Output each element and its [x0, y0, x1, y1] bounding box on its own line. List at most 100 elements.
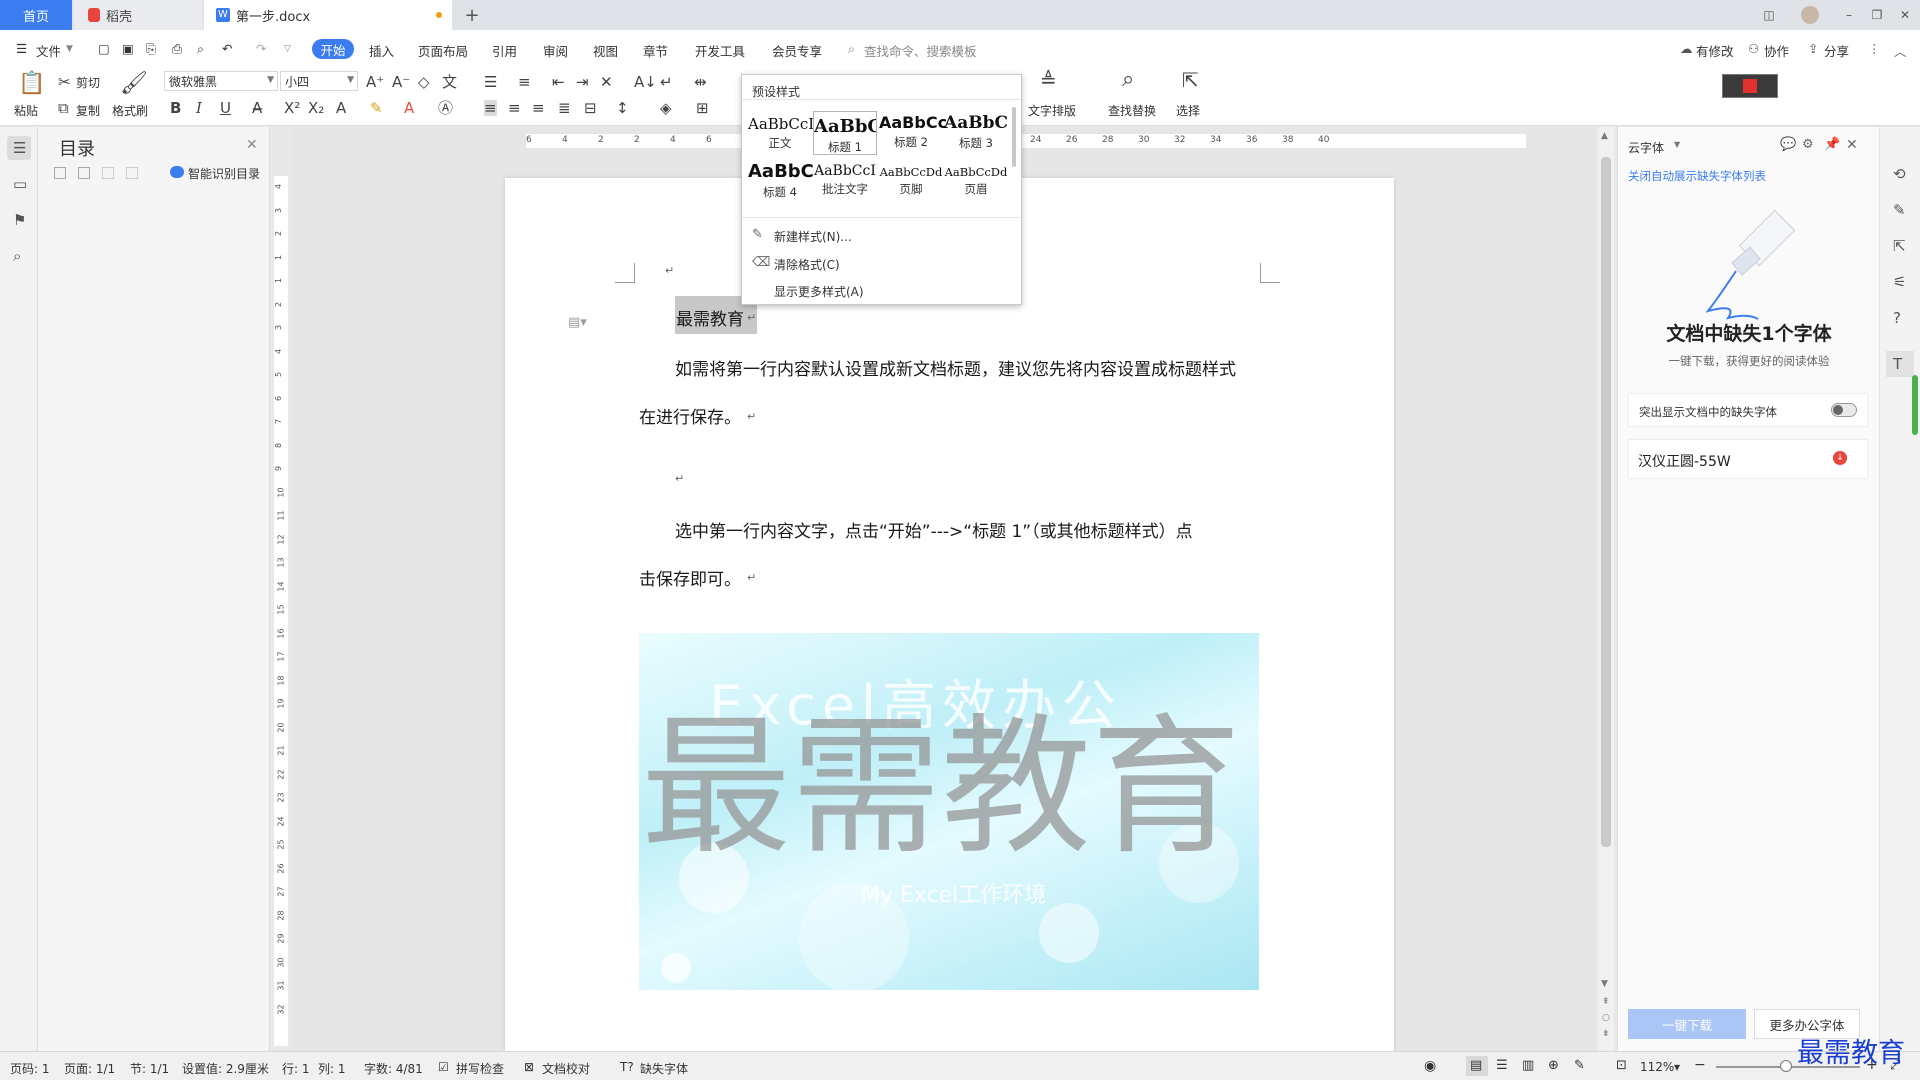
clear-format-item[interactable]: 清除格式(C): [774, 256, 840, 273]
translate-icon[interactable]: ⟲: [1893, 165, 1906, 183]
status-page-code[interactable]: 页码: 1: [10, 1060, 50, 1077]
pointer-icon[interactable]: ⇱: [1893, 237, 1906, 255]
command-search-input[interactable]: 查找命令、搜索模板: [864, 41, 977, 60]
collapse-icon[interactable]: [78, 167, 90, 179]
outline-icon[interactable]: ☰: [13, 139, 26, 157]
doc-handle-icon[interactable]: ▤▾: [568, 315, 587, 330]
scroll-up-icon[interactable]: ▲: [1601, 131, 1608, 141]
close-auto-list-link[interactable]: 关闭自动展示缺失字体列表: [1628, 168, 1766, 184]
font-name-select[interactable]: 微软雅黑 ▼: [164, 71, 278, 91]
cut-icon[interactable]: ✂: [58, 74, 71, 90]
print-preview-icon[interactable]: ⌕: [197, 41, 204, 57]
outline-view-icon[interactable]: ☰: [1496, 1058, 1508, 1073]
highlight-toggle[interactable]: [1831, 403, 1857, 417]
font-icon[interactable]: T: [1893, 355, 1902, 373]
new-tab-button[interactable]: +: [460, 0, 484, 30]
undo-icon[interactable]: ↶: [222, 41, 232, 56]
doc-paragraph-2-line-2[interactable]: 击保存即可。: [639, 565, 741, 590]
fit-page-icon[interactable]: ⊡: [1616, 1058, 1627, 1073]
style-comment-text[interactable]: AaBbCcI 批注文字: [813, 163, 877, 197]
tab-daoke[interactable]: 稻壳: [74, 0, 202, 30]
style-footer[interactable]: AaBbCcDd 页脚: [879, 165, 943, 197]
style-heading-3[interactable]: AaBbC 标题 3: [944, 113, 1008, 151]
pin-icon[interactable]: 📌: [1824, 137, 1840, 152]
minimize-button[interactable]: –: [1834, 0, 1864, 30]
scroll-thumb[interactable]: [1601, 157, 1611, 847]
status-words[interactable]: 字数: 4/81: [364, 1060, 423, 1077]
chinese-layout-icon[interactable]: ✕: [600, 74, 613, 90]
share-button[interactable]: 分享: [1824, 41, 1849, 60]
increase-indent-icon[interactable]: ⇥: [576, 74, 589, 90]
status-section[interactable]: 节: 1/1: [130, 1060, 169, 1077]
page-view-icon[interactable]: ▤: [1470, 1058, 1482, 1073]
tab-dev-tools[interactable]: 开发工具: [695, 41, 745, 60]
layout-icon[interactable]: ◫: [1754, 0, 1784, 30]
doc-heading[interactable]: 最需教育: [676, 305, 744, 330]
align-right-icon[interactable]: ≡: [532, 100, 545, 116]
subscript-icon[interactable]: X₂: [308, 100, 324, 116]
print-icon[interactable]: ⎙: [172, 41, 182, 57]
gear-icon[interactable]: ⚙: [1802, 137, 1814, 152]
font-size-select[interactable]: 小四 ▼: [280, 71, 358, 91]
vertical-scrollbar[interactable]: ▲ ▼ ⇞ ○ ⇟: [1598, 127, 1614, 1051]
redo-icon[interactable]: ↷: [256, 41, 266, 56]
web-view-icon[interactable]: ⊕: [1548, 1058, 1559, 1073]
paste-button[interactable]: 粘贴: [14, 102, 38, 119]
copy-button[interactable]: 复制: [76, 102, 100, 119]
border-icon[interactable]: ⊞: [696, 100, 709, 116]
underline-icon[interactable]: U: [220, 100, 231, 116]
font-color-icon[interactable]: A: [404, 100, 414, 116]
superscript-icon[interactable]: X²: [284, 100, 300, 116]
save-icon[interactable]: ▣: [122, 41, 134, 56]
tab-marks-icon[interactable]: ⇹: [694, 74, 707, 90]
close-window-button[interactable]: ✕: [1890, 0, 1920, 30]
tab-review[interactable]: 审阅: [543, 41, 568, 60]
help-icon[interactable]: ?: [1893, 309, 1901, 327]
feedback-icon[interactable]: 💬: [1780, 137, 1796, 152]
search-icon[interactable]: ⌕: [13, 247, 21, 265]
close-icon[interactable]: ✕: [1846, 137, 1858, 153]
new-style-item[interactable]: 新建样式(N)...: [774, 228, 852, 245]
add-icon[interactable]: [102, 167, 114, 179]
bold-icon[interactable]: B: [170, 100, 181, 116]
reading-view-icon[interactable]: ▥: [1522, 1058, 1534, 1073]
eye-protection-icon[interactable]: ◉: [1424, 1058, 1436, 1074]
customize-icon[interactable]: ▽: [284, 44, 291, 54]
missing-font-item[interactable]: 汉仪正圆-55W ↓: [1628, 439, 1868, 479]
modify-button[interactable]: 有修改: [1696, 41, 1734, 60]
tab-start[interactable]: 开始: [312, 39, 354, 59]
char-border-icon[interactable]: Ⓐ: [438, 100, 453, 116]
download-font-icon[interactable]: ↓: [1833, 451, 1847, 465]
decrease-indent-icon[interactable]: ⇤: [552, 74, 565, 90]
style-scrollbar[interactable]: [1012, 107, 1016, 167]
tab-insert[interactable]: 插入: [369, 41, 394, 60]
select-browse-icon[interactable]: ○: [1602, 1013, 1610, 1023]
scroll-down-icon[interactable]: ▼: [1601, 979, 1608, 989]
paste-icon[interactable]: 📋: [18, 72, 45, 96]
document-page[interactable]: ↵ ▤▾ 最需教育 ↵ 如需将第一行内容默认设置成新文档标题，建议您先将内容设置…: [505, 178, 1394, 1051]
chapter-nav-icon[interactable]: ▭: [13, 175, 27, 193]
grow-font-icon[interactable]: A⁺: [366, 74, 384, 90]
text-layout-button[interactable]: 文字排版: [1028, 102, 1076, 119]
line-spacing-icon[interactable]: ↕: [616, 100, 629, 116]
style-header[interactable]: AaBbCcDd 页眉: [944, 165, 1008, 197]
smart-toc-button[interactable]: 智能识别目录: [188, 165, 260, 182]
phonetic-icon[interactable]: 文: [442, 74, 457, 90]
tab-view[interactable]: 视图: [593, 41, 618, 60]
clear-format-icon[interactable]: ◇: [418, 74, 430, 90]
menu-file[interactable]: 文件: [36, 41, 61, 60]
zoom-out-icon[interactable]: −: [1694, 1057, 1706, 1073]
zoom-slider-thumb[interactable]: [1780, 1060, 1792, 1072]
close-icon[interactable]: ✕: [246, 137, 258, 153]
sort-icon[interactable]: A↓: [634, 74, 657, 90]
restore-button[interactable]: ❐: [1862, 0, 1892, 30]
cut-button[interactable]: 剪切: [76, 74, 100, 91]
pen-icon[interactable]: ✎: [1893, 201, 1906, 219]
vertical-ruler[interactable]: 4 3 2 1 1 2 3 4 5 6 7 8 9 10 11 12 13 14 15 16 17 18 19 20 21 22 2…: [274, 176, 288, 1046]
style-heading-2[interactable]: AaBbCc 标题 2: [879, 113, 947, 150]
collab-button[interactable]: 协作: [1764, 41, 1789, 60]
format-painter-icon[interactable]: 🖌: [120, 72, 148, 96]
sliders-icon[interactable]: ⚟: [1893, 273, 1906, 291]
chevron-down-icon[interactable]: ▾: [1674, 1060, 1680, 1074]
shrink-font-icon[interactable]: A⁻: [392, 74, 410, 90]
